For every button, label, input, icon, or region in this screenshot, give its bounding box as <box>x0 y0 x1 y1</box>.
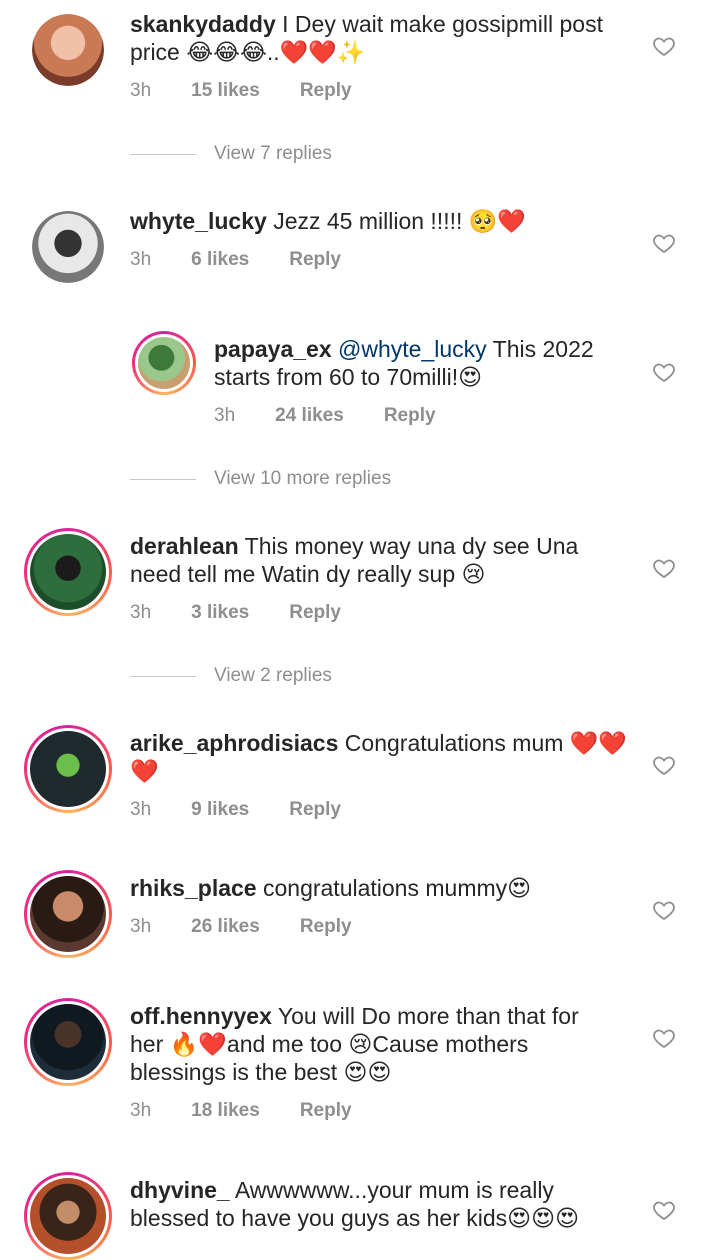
avatar[interactable] <box>32 211 104 283</box>
comment-body: congratulations mummy😍 <box>262 875 532 901</box>
heart-outline-icon[interactable] <box>652 231 676 255</box>
comment-text: arike_aphrodisiacs Congratulations mum ❤… <box>130 729 630 785</box>
reply-button[interactable]: Reply <box>300 80 352 102</box>
heart-outline-icon[interactable] <box>652 898 676 922</box>
view-replies-label: View 7 replies <box>214 143 332 164</box>
avatar[interactable] <box>132 331 196 395</box>
timestamp: 3h <box>214 405 236 426</box>
likes-count[interactable]: 15 likes <box>191 80 260 102</box>
comment-text: derahlean This money way una dy see Una … <box>130 532 630 588</box>
timestamp: 3h <box>130 1100 152 1121</box>
heart-outline-icon[interactable] <box>652 34 676 58</box>
reply-button[interactable]: Reply <box>289 249 341 271</box>
avatar[interactable] <box>32 14 104 86</box>
comment-meta: 3h 9 likes Reply <box>130 799 381 821</box>
avatar[interactable] <box>24 998 112 1086</box>
likes-count[interactable]: 6 likes <box>191 249 249 271</box>
likes-count[interactable]: 9 likes <box>191 799 249 821</box>
comment-text: rhiks_place congratulations mummy😍 <box>130 874 630 902</box>
avatar[interactable] <box>24 725 112 813</box>
avatar[interactable] <box>24 1172 112 1260</box>
view-replies-button[interactable]: View 7 replies <box>130 143 332 165</box>
reply-button[interactable]: Reply <box>384 405 436 427</box>
comment-text: whyte_lucky Jezz 45 million !!!!! 🥺❤️ <box>130 207 630 235</box>
timestamp: 3h <box>130 249 152 270</box>
username[interactable]: skankydaddy <box>130 11 276 37</box>
timestamp: 3h <box>130 799 152 820</box>
comment-meta: 3h 15 likes Reply <box>130 80 392 102</box>
username[interactable]: off.hennyyex <box>130 1003 272 1029</box>
heart-outline-icon[interactable] <box>652 1198 676 1222</box>
heart-outline-icon[interactable] <box>652 1026 676 1050</box>
avatar[interactable] <box>24 528 112 616</box>
likes-count[interactable]: 18 likes <box>191 1100 260 1122</box>
mention-link[interactable]: @whyte_lucky <box>338 336 487 362</box>
timestamp: 3h <box>130 80 152 101</box>
likes-count[interactable]: 24 likes <box>275 405 344 427</box>
timestamp: 3h <box>130 602 152 623</box>
comment-meta: 3h 26 likes Reply <box>130 916 392 938</box>
heart-outline-icon[interactable] <box>652 556 676 580</box>
username[interactable]: arike_aphrodisiacs <box>130 730 338 756</box>
heart-outline-icon[interactable] <box>652 753 676 777</box>
comment-meta: 3h 24 likes Reply <box>214 405 476 427</box>
likes-count[interactable]: 3 likes <box>191 602 249 624</box>
divider-line <box>130 675 196 677</box>
heart-outline-icon[interactable] <box>652 360 676 384</box>
username[interactable]: rhiks_place <box>130 875 257 901</box>
avatar[interactable] <box>24 870 112 958</box>
reply-button[interactable]: Reply <box>289 602 341 624</box>
reply-button[interactable]: Reply <box>300 916 352 938</box>
timestamp: 3h <box>130 916 152 937</box>
view-replies-label: View 10 more replies <box>214 468 392 489</box>
comment-meta: 3h 18 likes Reply <box>130 1100 392 1122</box>
comment-meta: 3h 3 likes Reply <box>130 602 381 624</box>
comment-body: Jezz 45 million !!!!! 🥺❤️ <box>273 208 527 234</box>
divider-line <box>130 153 196 155</box>
username[interactable]: derahlean <box>130 533 239 559</box>
comment-meta: 3h 6 likes Reply <box>130 249 381 271</box>
comment-text: papaya_ex @whyte_lucky This 2022 starts … <box>214 335 614 391</box>
view-replies-label: View 2 replies <box>214 665 332 686</box>
username[interactable]: papaya_ex <box>214 336 332 362</box>
likes-count[interactable]: 26 likes <box>191 916 260 938</box>
view-replies-button[interactable]: View 10 more replies <box>130 468 391 490</box>
reply-button[interactable]: Reply <box>289 799 341 821</box>
reply-button[interactable]: Reply <box>300 1100 352 1122</box>
view-replies-button[interactable]: View 2 replies <box>130 665 332 687</box>
divider-line <box>130 478 196 480</box>
username[interactable]: dhyvine_ <box>130 1177 230 1203</box>
comment-text: dhyvine_ Awwwwww...your mum is really bl… <box>130 1176 630 1232</box>
comment-text: off.hennyyex You will Do more than that … <box>130 1002 610 1086</box>
comment-text: skankydaddy I Dey wait make gossipmill p… <box>130 10 630 66</box>
username[interactable]: whyte_lucky <box>130 208 267 234</box>
